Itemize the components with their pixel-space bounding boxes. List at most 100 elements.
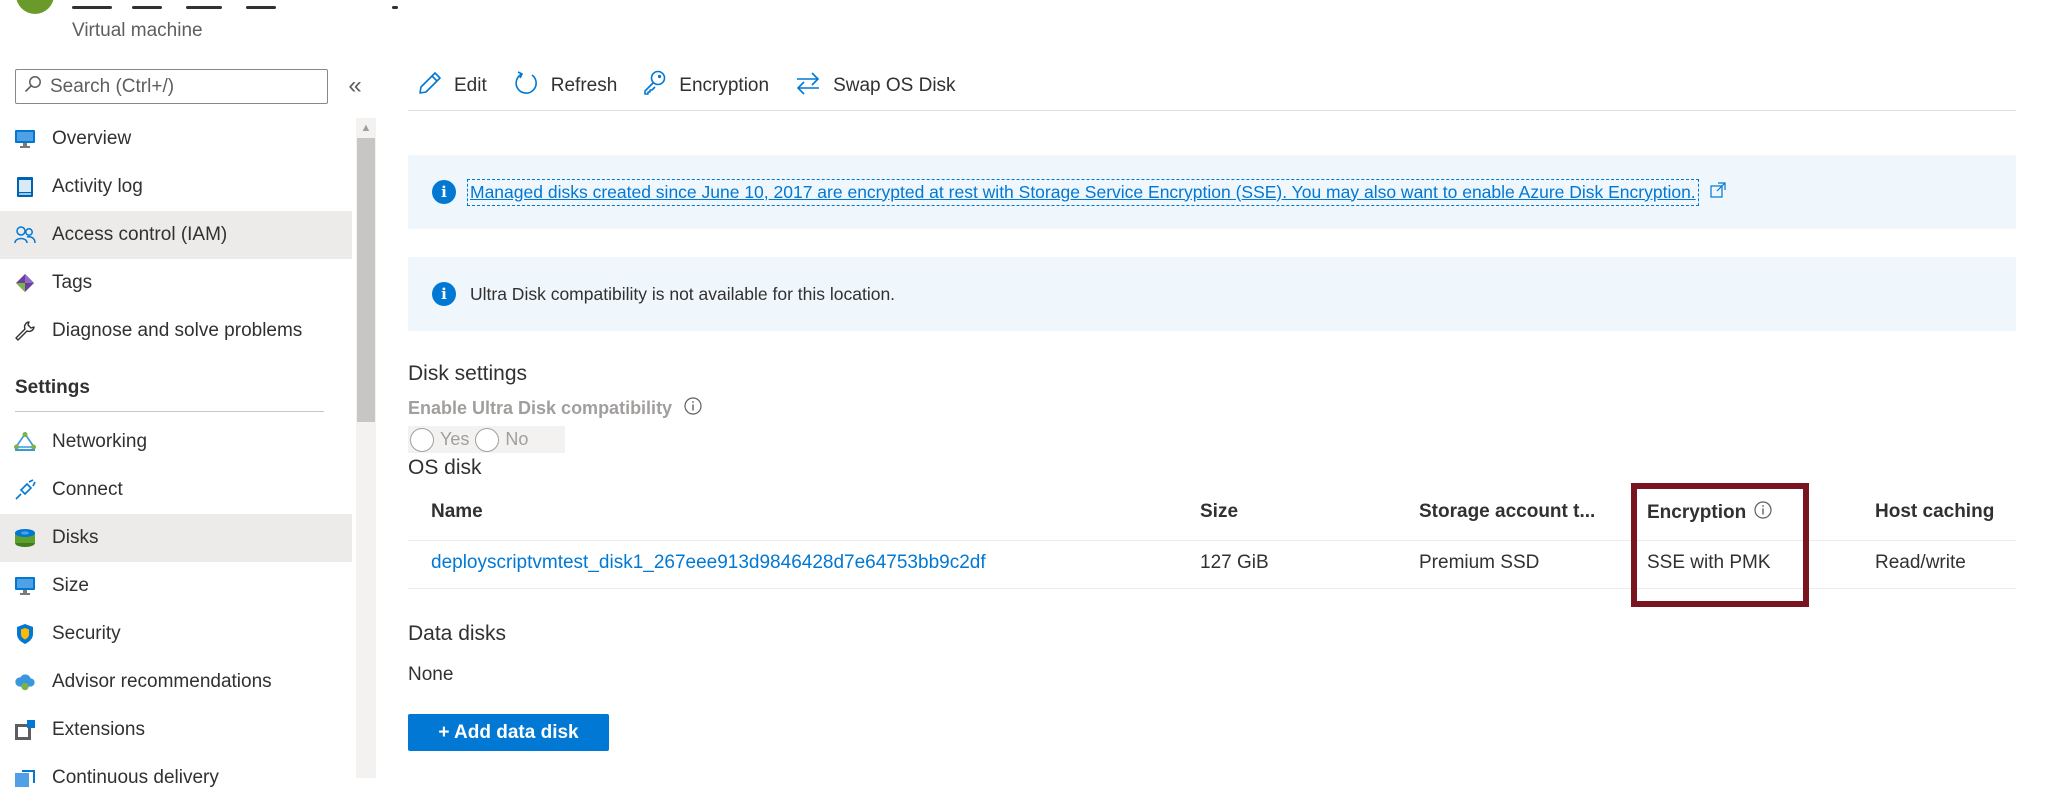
- command-bar: Edit Refresh Encryption Swap OS Disk: [418, 68, 956, 104]
- info-icon: i: [432, 282, 456, 306]
- sidebar-item-security[interactable]: Security: [0, 610, 352, 658]
- people-icon: [14, 224, 36, 246]
- refresh-label: Refresh: [550, 75, 618, 96]
- cloud-icon: [14, 671, 36, 693]
- swap-os-disk-button[interactable]: Swap OS Disk: [795, 71, 956, 101]
- sidebar-item-label: Tags: [52, 272, 93, 293]
- sidebar-item-overview[interactable]: Overview: [0, 115, 352, 163]
- radio-button-icon: [410, 427, 434, 452]
- edit-label: Edit: [454, 75, 487, 96]
- radio-no-label: No: [505, 429, 529, 449]
- disk-icon: [14, 527, 36, 549]
- sidebar-item-networking[interactable]: Networking: [0, 418, 352, 466]
- resource-type-subtitle: Virtual machine: [72, 20, 203, 41]
- extensions-icon: [14, 719, 36, 741]
- column-header-label: Name: [431, 501, 483, 522]
- pencil-icon: [418, 71, 442, 101]
- collapse-sidebar-button[interactable]: «: [343, 70, 367, 102]
- sse-info-link[interactable]: Managed disks created since June 10, 201…: [467, 178, 1699, 206]
- edit-button[interactable]: Edit: [418, 71, 487, 101]
- info-tooltip-icon[interactable]: [684, 397, 702, 420]
- data-disks-value: None: [408, 664, 454, 685]
- sidebar-item-advisor[interactable]: Advisor recommendations: [0, 658, 352, 706]
- column-header-size: Size: [1200, 501, 1238, 523]
- sidebar-section-settings: Settings: [15, 377, 90, 398]
- column-header-label: Host caching: [1875, 501, 1995, 522]
- tag-icon: [14, 272, 36, 294]
- os-disk-storage-type: Premium SSD: [1419, 552, 1540, 573]
- external-link-icon[interactable]: [1710, 181, 1726, 203]
- search-input[interactable]: [50, 75, 310, 98]
- sidebar-item-extensions[interactable]: Extensions: [0, 706, 352, 754]
- sidebar-item-label: Disks: [52, 527, 99, 548]
- shield-icon: [14, 623, 36, 645]
- column-header-host-caching: Host caching: [1875, 501, 1994, 523]
- ultra-disk-label: Enable Ultra Disk compatibility: [408, 397, 702, 420]
- os-disk-title: OS disk: [408, 456, 482, 479]
- sidebar-item-label: Security: [52, 623, 121, 644]
- sidebar-item-tags[interactable]: Tags: [0, 259, 352, 307]
- sidebar-item-disks[interactable]: Disks: [0, 514, 352, 562]
- key-icon: [643, 70, 667, 102]
- ultra-disk-message: Ultra Disk compatibility is not availabl…: [470, 283, 896, 304]
- sidebar-item-connect[interactable]: Connect: [0, 466, 352, 514]
- radio-yes-label: Yes: [440, 429, 470, 449]
- os-disk-host-caching: Read/write: [1875, 552, 1966, 573]
- data-disks-title: Data disks: [408, 622, 507, 645]
- swap-icon: [795, 71, 821, 101]
- swap-label: Swap OS Disk: [833, 75, 956, 96]
- sidebar-item-access-control[interactable]: Access control (IAM): [0, 211, 352, 259]
- column-header-label: Storage account t...: [1419, 501, 1596, 522]
- encryption-label: Encryption: [679, 75, 770, 96]
- title-fragment: [72, 6, 112, 9]
- scrollbar-thumb[interactable]: [357, 138, 375, 422]
- monitor-icon: [14, 575, 36, 597]
- column-header-name: Name: [431, 501, 483, 523]
- refresh-icon: [513, 70, 539, 102]
- radio-button-icon: [475, 427, 500, 452]
- sidebar-item-continuous-delivery[interactable]: Continuous delivery: [0, 754, 352, 802]
- sidebar-item-label: Extensions: [52, 719, 145, 740]
- activity-log-icon: [14, 176, 36, 198]
- column-header-label: Size: [1200, 501, 1239, 522]
- radio-yes[interactable]: Yes: [410, 427, 470, 452]
- title-fragment: [132, 6, 162, 9]
- encryption-button[interactable]: Encryption: [643, 70, 769, 102]
- wrench-icon: [14, 320, 36, 342]
- scroll-up-arrow-icon[interactable]: ▲: [356, 118, 376, 138]
- title-fragment: [246, 6, 276, 9]
- toolbar-divider: [408, 110, 2016, 111]
- ultra-disk-label-text: Enable Ultra Disk compatibility: [408, 398, 673, 418]
- delivery-icon: [14, 767, 36, 789]
- os-disk-name-link[interactable]: deployscriptvmtest_disk1_267eee913d98464…: [431, 552, 986, 574]
- sidebar-item-label: Size: [52, 575, 89, 596]
- monitor-icon: [14, 128, 36, 150]
- sidebar-item-label: Diagnose and solve problems: [52, 320, 303, 341]
- sidebar-item-label: Activity log: [52, 176, 143, 197]
- sse-info-banner: i Managed disks created since June 10, 2…: [408, 155, 2016, 229]
- radio-no[interactable]: No: [475, 427, 529, 452]
- sidebar-item-label: Advisor recommendations: [52, 671, 272, 692]
- info-icon: i: [432, 180, 456, 204]
- search-box[interactable]: [15, 69, 328, 104]
- refresh-button[interactable]: Refresh: [513, 70, 618, 102]
- vm-logo-icon: [16, 0, 54, 14]
- sidebar-item-label: Overview: [52, 128, 132, 149]
- column-header-storage: Storage account t...: [1419, 501, 1595, 523]
- sidebar-item-size[interactable]: Size: [0, 562, 352, 610]
- sidebar-item-label: Access control (IAM): [52, 224, 228, 245]
- sidebar-item-label: Connect: [52, 479, 123, 500]
- os-disk-size: 127 GiB: [1200, 552, 1269, 573]
- sidebar-item-activity-log[interactable]: Activity log: [0, 163, 352, 211]
- title-fragment: [186, 6, 222, 9]
- sidebar-item-diagnose[interactable]: Diagnose and solve problems: [0, 307, 352, 355]
- network-icon: [14, 431, 36, 453]
- add-data-disk-button[interactable]: + Add data disk: [408, 714, 609, 751]
- disk-settings-title: Disk settings: [408, 362, 528, 385]
- ultra-disk-info-banner: i Ultra Disk compatibility is not availa…: [408, 257, 2016, 331]
- search-icon: [24, 75, 42, 98]
- ultra-disk-radio-group: Yes No: [408, 426, 565, 453]
- encryption-highlight-box: [1631, 483, 1809, 607]
- sidebar-item-label: Networking: [52, 431, 148, 452]
- sidebar-item-label: Continuous delivery: [52, 767, 219, 788]
